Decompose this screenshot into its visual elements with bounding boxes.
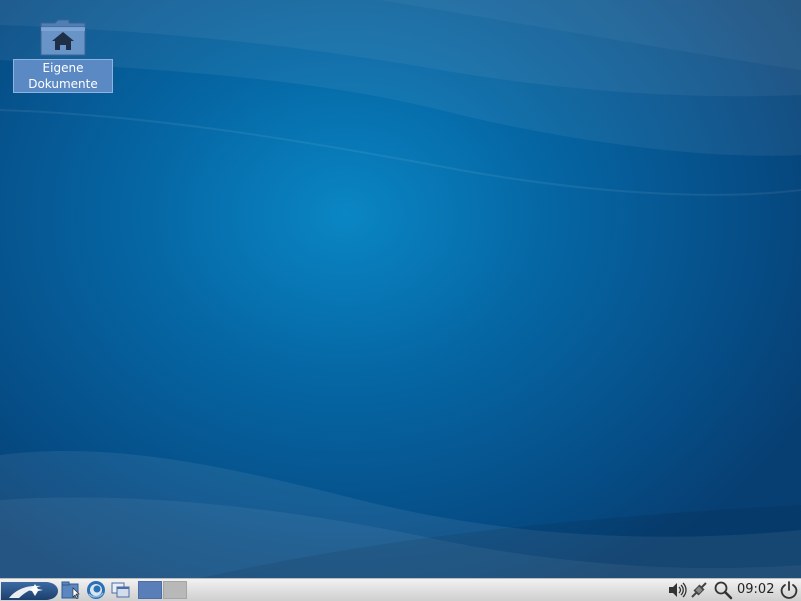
clock[interactable]: 09:02: [737, 580, 774, 600]
desktop-icon-label: Eigene Dokumente: [13, 59, 113, 93]
home-folder-icon: [40, 19, 86, 56]
desktop-icon-eigene-dokumente[interactable]: Eigene Dokumente: [13, 17, 113, 93]
desktop[interactable]: Eigene Dokumente: [0, 0, 801, 578]
network-plug-icon[interactable]: [689, 580, 709, 600]
lxde-logo-icon: [1, 582, 58, 600]
window-switcher-icon: [111, 582, 130, 598]
speaker-icon[interactable]: [666, 580, 688, 600]
web-browser-launcher[interactable]: [85, 580, 107, 600]
wallpaper-waves: [0, 0, 801, 578]
file-manager-launcher[interactable]: [60, 580, 82, 600]
start-menu-button[interactable]: [1, 580, 58, 600]
power-icon[interactable]: [778, 580, 800, 600]
workspace-1-button[interactable]: [138, 581, 162, 599]
taskbar: 09:02: [0, 578, 801, 601]
window-switcher-launcher[interactable]: [110, 580, 132, 600]
file-manager-icon: [61, 581, 80, 599]
workspace-2-button[interactable]: [163, 581, 187, 599]
web-browser-icon: [87, 581, 105, 599]
magnifier-icon[interactable]: [712, 580, 734, 600]
